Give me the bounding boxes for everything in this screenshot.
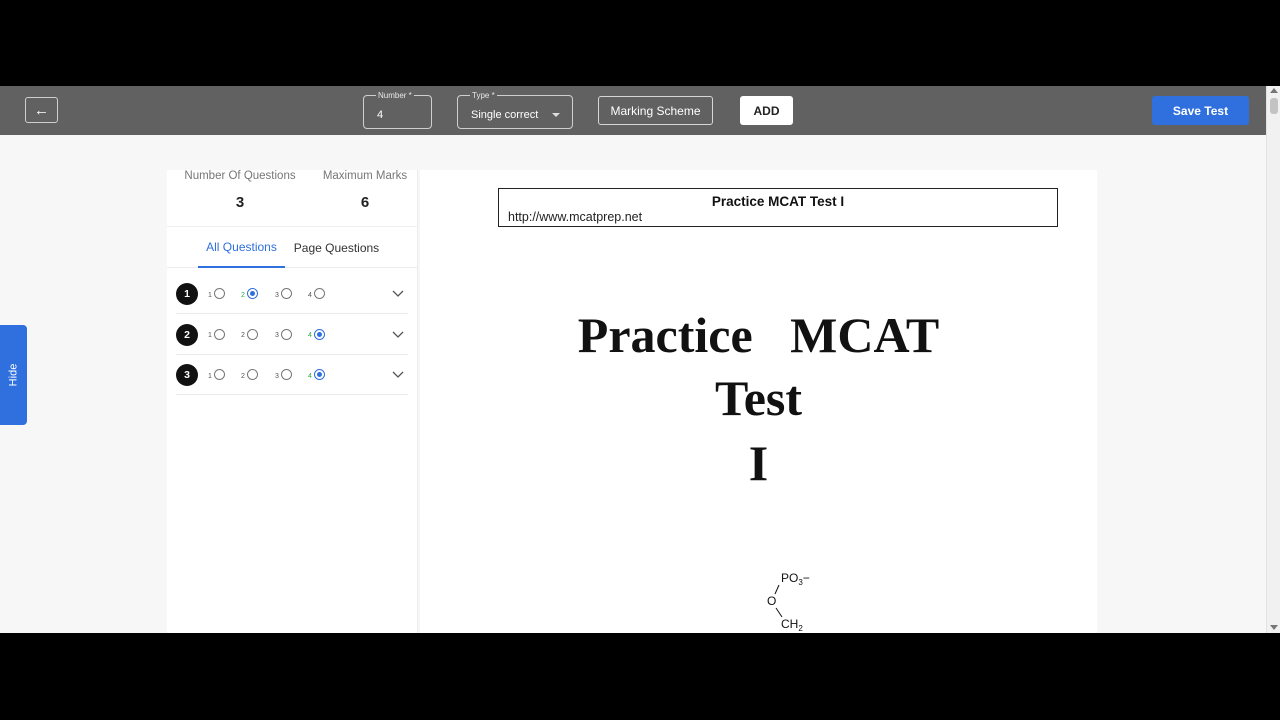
question-tabs: All Questions Page Questions	[167, 226, 418, 268]
scroll-down-icon[interactable]	[1270, 625, 1278, 630]
bond-line	[774, 584, 780, 595]
app-viewport: ← Number * 4 Type * Single correct Marki…	[0, 86, 1280, 633]
chevron-down-icon[interactable]	[392, 287, 404, 299]
answer-option-label: 2	[241, 332, 245, 339]
stat-maximum-marks: Maximum Marks 6	[318, 170, 412, 211]
number-field-label: Number *	[376, 91, 414, 100]
answer-option[interactable]: 4	[308, 288, 325, 299]
stat-value: 3	[235, 194, 245, 211]
answer-option-label: 2	[241, 291, 245, 299]
answer-option[interactable]: 3	[275, 288, 292, 299]
answer-radio[interactable]	[246, 328, 258, 340]
molecule-structure: PO3− O CH2	[767, 571, 810, 633]
answer-radio[interactable]	[313, 369, 325, 380]
molecule-top-label: PO3−	[781, 571, 810, 587]
answer-option-label: 1	[208, 291, 212, 299]
answer-radio[interactable]	[213, 369, 225, 380]
answer-radio[interactable]	[246, 288, 258, 299]
document-header-url: http://www.mcatprep.net	[508, 210, 643, 224]
tab-all-questions[interactable]: All Questions	[198, 227, 285, 268]
stat-label: Number Of Questions	[184, 170, 296, 182]
arrow-left-icon: ←	[34, 101, 49, 119]
answer-option-label: 3	[275, 372, 279, 380]
question-row[interactable]: 3 1 2 3 4	[176, 355, 408, 395]
answer-option-label: 2	[241, 372, 245, 380]
answer-radio[interactable]	[280, 328, 292, 340]
stat-label: Maximum Marks	[322, 170, 408, 182]
document-title-line-2: Test	[714, 370, 803, 426]
answer-option-label: 1	[208, 332, 212, 339]
answer-option[interactable]: 4	[308, 369, 325, 380]
answer-option[interactable]: 4	[308, 328, 325, 340]
document-title-line-3: I	[748, 435, 769, 491]
answer-option-label: 4	[308, 332, 312, 339]
answer-option-label: 3	[275, 332, 279, 339]
tab-page-questions[interactable]: Page Questions	[285, 227, 388, 268]
question-number-badge: 1	[176, 283, 198, 305]
caret-down-icon	[552, 113, 560, 117]
scroll-thumb[interactable]	[1270, 98, 1278, 114]
hide-panel-button[interactable]: Hide	[0, 325, 27, 425]
answer-option-label: 4	[308, 372, 312, 380]
scroll-up-icon[interactable]	[1270, 88, 1278, 93]
page-scrollbar[interactable]	[1266, 86, 1280, 633]
answer-option[interactable]: 3	[275, 328, 292, 340]
marking-scheme-button[interactable]: Marking Scheme	[598, 96, 713, 125]
question-number-badge: 2	[176, 323, 198, 346]
hide-panel-label: Hide	[7, 363, 20, 387]
answer-option[interactable]: 1	[208, 328, 225, 340]
answer-option[interactable]: 1	[208, 288, 225, 299]
back-button[interactable]: ←	[25, 97, 58, 123]
answer-option[interactable]: 2	[241, 328, 258, 340]
question-row[interactable]: 1 1 2 3 4	[176, 274, 408, 314]
answer-radio[interactable]	[213, 288, 225, 299]
type-select-value: Single correct	[471, 109, 539, 121]
answer-radio[interactable]	[313, 288, 325, 299]
stat-number-of-questions: Number Of Questions 3	[179, 170, 301, 211]
answer-radio[interactable]	[313, 328, 325, 340]
answer-option-label: 1	[208, 372, 212, 380]
type-select-label: Type *	[470, 91, 497, 100]
question-number-badge: 3	[176, 364, 198, 386]
save-test-button[interactable]: Save Test	[1152, 96, 1249, 125]
chevron-down-icon[interactable]	[392, 368, 404, 380]
bond-line	[775, 607, 783, 618]
answer-option[interactable]: 2	[241, 369, 258, 380]
answer-option[interactable]: 2	[241, 288, 258, 299]
type-select[interactable]: Type * Single correct	[457, 91, 573, 129]
answer-radio[interactable]	[213, 328, 225, 340]
answer-radio[interactable]	[280, 369, 292, 380]
document-page: Practice MCAT Test I http://www.mcatprep…	[420, 170, 1097, 633]
document-header-box: Practice MCAT Test I http://www.mcatprep…	[498, 188, 1058, 227]
document-header-title: Practice MCAT Test I	[711, 194, 845, 209]
molecule-oxygen-label: O	[767, 594, 776, 608]
molecule-bottom-label: CH2	[781, 617, 803, 633]
answer-option-label: 4	[308, 291, 312, 299]
stat-value: 6	[360, 194, 370, 211]
answer-option-label: 3	[275, 291, 279, 299]
document-title-line-1: Practice MCAT	[577, 307, 940, 363]
question-panel: Number Of Questions 3 Maximum Marks 6 Al…	[167, 170, 418, 633]
number-field-value: 4	[377, 109, 384, 121]
answer-option[interactable]: 1	[208, 369, 225, 380]
answer-radio[interactable]	[246, 369, 258, 380]
answer-option[interactable]: 3	[275, 369, 292, 380]
top-toolbar: ← Number * 4 Type * Single correct Marki…	[0, 86, 1266, 135]
number-field[interactable]: Number * 4	[363, 91, 432, 129]
answer-radio[interactable]	[280, 288, 292, 299]
chevron-down-icon[interactable]	[392, 328, 404, 340]
add-button[interactable]: ADD	[740, 96, 793, 125]
question-row[interactable]: 2 1 2 3 4	[176, 315, 408, 355]
